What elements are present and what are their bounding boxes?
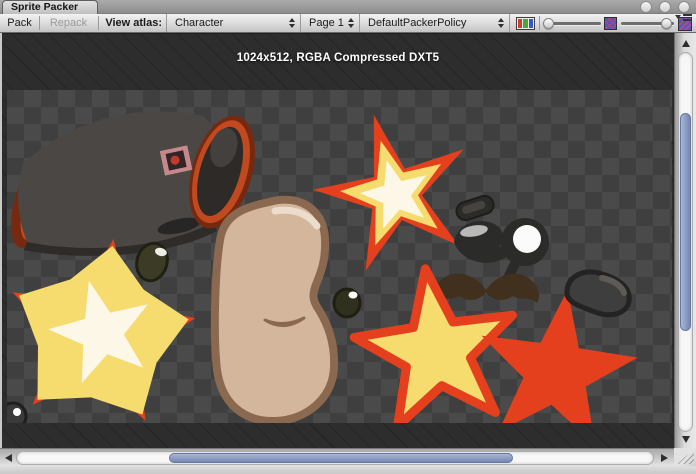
atlas-dropdown-value: Character [175, 17, 223, 29]
pack-button[interactable]: Pack [0, 14, 39, 32]
view-atlas-label: View atlas: [96, 14, 162, 32]
window-light-icon[interactable] [659, 1, 671, 13]
tab-title: Sprite Packer [11, 1, 78, 13]
window-bottom-edge [0, 466, 696, 474]
corner-ball-sprite [7, 403, 26, 423]
vertical-scrollbar[interactable] [674, 33, 696, 448]
chevron-down-icon [675, 15, 681, 19]
pack-button-label: Pack [7, 17, 31, 29]
scroll-up-button[interactable] [679, 37, 693, 49]
mip-slider[interactable] [621, 14, 674, 32]
dark-bean-sprite [567, 272, 629, 315]
horizontal-scroll-thumb[interactable] [169, 453, 513, 463]
pane-menu-icon[interactable] [675, 14, 692, 21]
eye-sprite [454, 221, 509, 263]
slider-handle[interactable] [661, 18, 672, 29]
atlas-format-header: 1024x512, RGBA Compressed DXT5 [2, 52, 674, 64]
vertical-scroll-track[interactable] [678, 52, 693, 432]
scroll-left-button[interactable] [1, 452, 15, 464]
zoom-slider[interactable] [543, 14, 601, 32]
popup-arrows-icon [498, 18, 504, 28]
page-dropdown[interactable]: Page 1 [301, 14, 360, 32]
repack-button[interactable]: Repack [40, 14, 97, 32]
popup-arrows-icon [289, 18, 295, 28]
olive-ball-sprite [334, 289, 360, 317]
resize-grip[interactable] [674, 448, 696, 466]
hamburger-icon [683, 14, 692, 21]
eyebrow-sprite [454, 194, 496, 223]
alpha-checker-icon[interactable] [604, 17, 617, 30]
starburst-sprite [13, 239, 196, 421]
arrow-down-icon [682, 436, 690, 443]
arrow-up-icon [682, 40, 690, 47]
atlas-dropdown[interactable]: Character [166, 14, 301, 32]
atlas-canvas[interactable]: 1024x512, RGBA Compressed DXT5 [2, 33, 674, 448]
sprite-packer-window: Sprite Packer Pack Repack View atlas: Ch… [0, 0, 696, 474]
atlas-sprites [7, 90, 672, 423]
rgb-channels-icon[interactable] [516, 17, 535, 30]
arrow-right-icon [661, 454, 668, 462]
arrow-left-icon [5, 454, 12, 462]
window-light-icon[interactable] [640, 1, 652, 13]
window-light-icon[interactable] [678, 1, 690, 13]
policy-dropdown[interactable]: DefaultPackerPolicy [360, 14, 510, 32]
atlas-texture-area[interactable] [7, 90, 672, 423]
tab-sprite-packer[interactable]: Sprite Packer [2, 0, 98, 14]
small-star-sprite [313, 115, 464, 271]
policy-dropdown-value: DefaultPackerPolicy [368, 17, 466, 29]
scroll-down-button[interactable] [679, 433, 693, 445]
vertical-scroll-thumb[interactable] [680, 113, 691, 331]
page-dropdown-value: Page 1 [309, 17, 344, 29]
slider-handle[interactable] [543, 18, 554, 29]
tab-bar: Sprite Packer [0, 0, 696, 14]
mustache-sprite [433, 274, 539, 303]
window-lights [640, 1, 690, 13]
toolbar-separator [539, 16, 540, 30]
horizontal-scroll-track[interactable] [16, 451, 654, 465]
popup-arrows-icon [348, 18, 354, 28]
bean-character-sprite [215, 200, 334, 421]
repack-button-label: Repack [50, 17, 87, 29]
toolbar: Pack Repack View atlas: Character Page 1… [0, 14, 696, 33]
scroll-right-button[interactable] [657, 452, 671, 464]
horizontal-scrollbar[interactable] [0, 448, 674, 466]
